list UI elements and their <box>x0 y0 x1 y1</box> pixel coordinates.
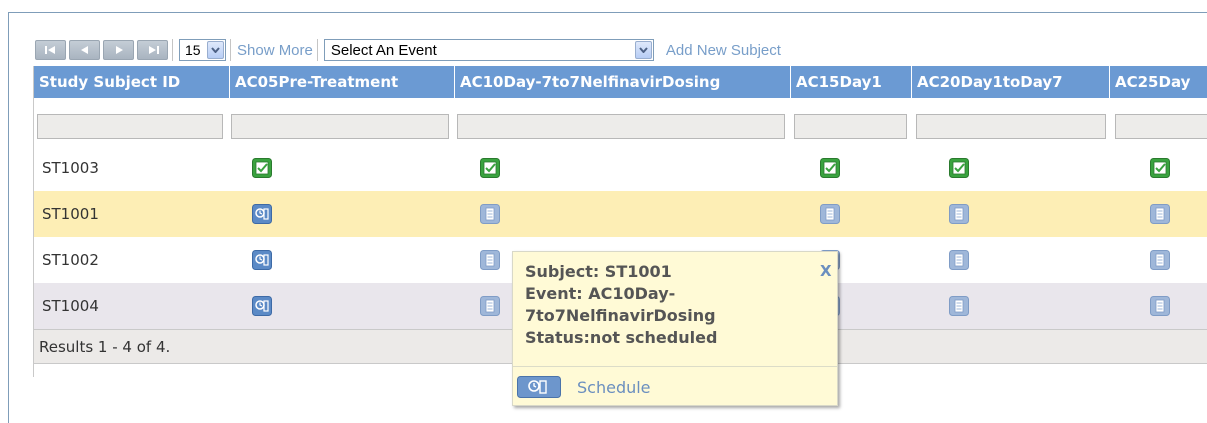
event-not-scheduled-icon[interactable] <box>480 296 500 316</box>
first-page-button[interactable] <box>35 40 66 60</box>
popup-divider <box>513 366 837 367</box>
page-size-select[interactable]: 15 <box>179 39 226 61</box>
event-not-scheduled-icon[interactable] <box>480 250 500 270</box>
prev-page-button[interactable] <box>69 40 100 60</box>
subject-id-cell[interactable]: ST1004 <box>42 283 99 329</box>
event-not-scheduled-icon[interactable] <box>949 296 969 316</box>
popup-event: Event: AC10Day- <box>525 284 676 303</box>
schedule-icon[interactable] <box>517 376 561 398</box>
event-scheduled-icon[interactable] <box>252 204 272 224</box>
filter-input-event[interactable] <box>457 114 785 139</box>
event-scheduled-icon[interactable] <box>252 250 272 270</box>
column-header-event[interactable]: AC20Day1toDay7 <box>912 66 1110 98</box>
toolbar-separator <box>172 39 173 61</box>
subject-id-cell[interactable]: ST1003 <box>42 145 99 191</box>
popup-text: Subject: ST1001 Event: AC10Day- 7to7Nelf… <box>525 261 717 349</box>
toolbar-separator <box>316 39 318 61</box>
filter-input-event[interactable] <box>916 114 1106 139</box>
popup-subject: Subject: ST1001 <box>525 262 672 281</box>
chevron-down-icon[interactable] <box>207 41 224 59</box>
popup-status: Status:not scheduled <box>525 328 718 347</box>
event-not-scheduled-icon[interactable] <box>949 204 969 224</box>
event-status-popup: Subject: ST1001 Event: AC10Day- 7to7Nelf… <box>512 251 838 406</box>
last-page-button[interactable] <box>137 40 168 60</box>
column-header-event[interactable]: AC05Pre-Treatment <box>230 66 455 98</box>
close-icon[interactable]: X <box>820 262 832 280</box>
prev-page-icon <box>80 46 88 54</box>
event-select-value: Select An Event <box>330 41 437 59</box>
event-completed-icon[interactable] <box>252 158 272 178</box>
event-scheduled-icon[interactable] <box>252 296 272 316</box>
subject-id-cell[interactable]: ST1001 <box>42 191 99 237</box>
grid-toolbar: 15 Show More Select An Event Add New Sub… <box>35 37 781 63</box>
chevron-down-icon[interactable] <box>634 41 652 59</box>
subject-id-cell[interactable]: ST1002 <box>42 237 99 283</box>
event-completed-icon[interactable] <box>1150 158 1170 178</box>
show-more-link[interactable]: Show More <box>237 42 313 59</box>
next-page-icon <box>115 46 123 54</box>
popup-event-cont: 7to7NelfinavirDosing <box>525 306 716 325</box>
event-not-scheduled-icon[interactable] <box>1150 296 1170 316</box>
column-header-event[interactable]: AC10Day-7to7NelfinavirDosing <box>455 66 791 98</box>
page-size-value: 15 <box>185 42 201 58</box>
table-row: ST1001 <box>34 191 1207 237</box>
column-header-study-subject-id[interactable]: Study Subject ID <box>34 66 230 98</box>
filter-input-subject-id[interactable] <box>37 114 223 139</box>
event-not-scheduled-icon[interactable] <box>820 204 840 224</box>
event-not-scheduled-icon[interactable] <box>1150 250 1170 270</box>
table-row: ST1003 <box>34 145 1207 191</box>
toolbar-separator <box>230 39 231 61</box>
event-completed-icon[interactable] <box>949 158 969 178</box>
event-not-scheduled-icon[interactable] <box>1150 204 1170 224</box>
column-header-event[interactable]: AC25Day <box>1110 66 1207 98</box>
event-select[interactable]: Select An Event <box>323 39 654 61</box>
event-completed-icon[interactable] <box>820 158 840 178</box>
first-page-icon <box>44 46 55 54</box>
schedule-link[interactable]: Schedule <box>577 378 651 397</box>
event-not-scheduled-icon[interactable] <box>949 250 969 270</box>
column-header-event[interactable]: AC15Day1 <box>791 66 912 98</box>
add-new-subject-link[interactable]: Add New Subject <box>666 42 781 59</box>
results-count: Results 1 - 4 of 4. <box>39 337 171 356</box>
last-page-icon <box>148 46 159 54</box>
next-page-button[interactable] <box>103 40 134 60</box>
filter-input-event[interactable] <box>794 114 907 139</box>
filter-input-event[interactable] <box>231 114 449 139</box>
filter-input-event[interactable] <box>1115 114 1207 139</box>
event-not-scheduled-icon[interactable] <box>480 204 500 224</box>
event-completed-icon[interactable] <box>480 158 500 178</box>
